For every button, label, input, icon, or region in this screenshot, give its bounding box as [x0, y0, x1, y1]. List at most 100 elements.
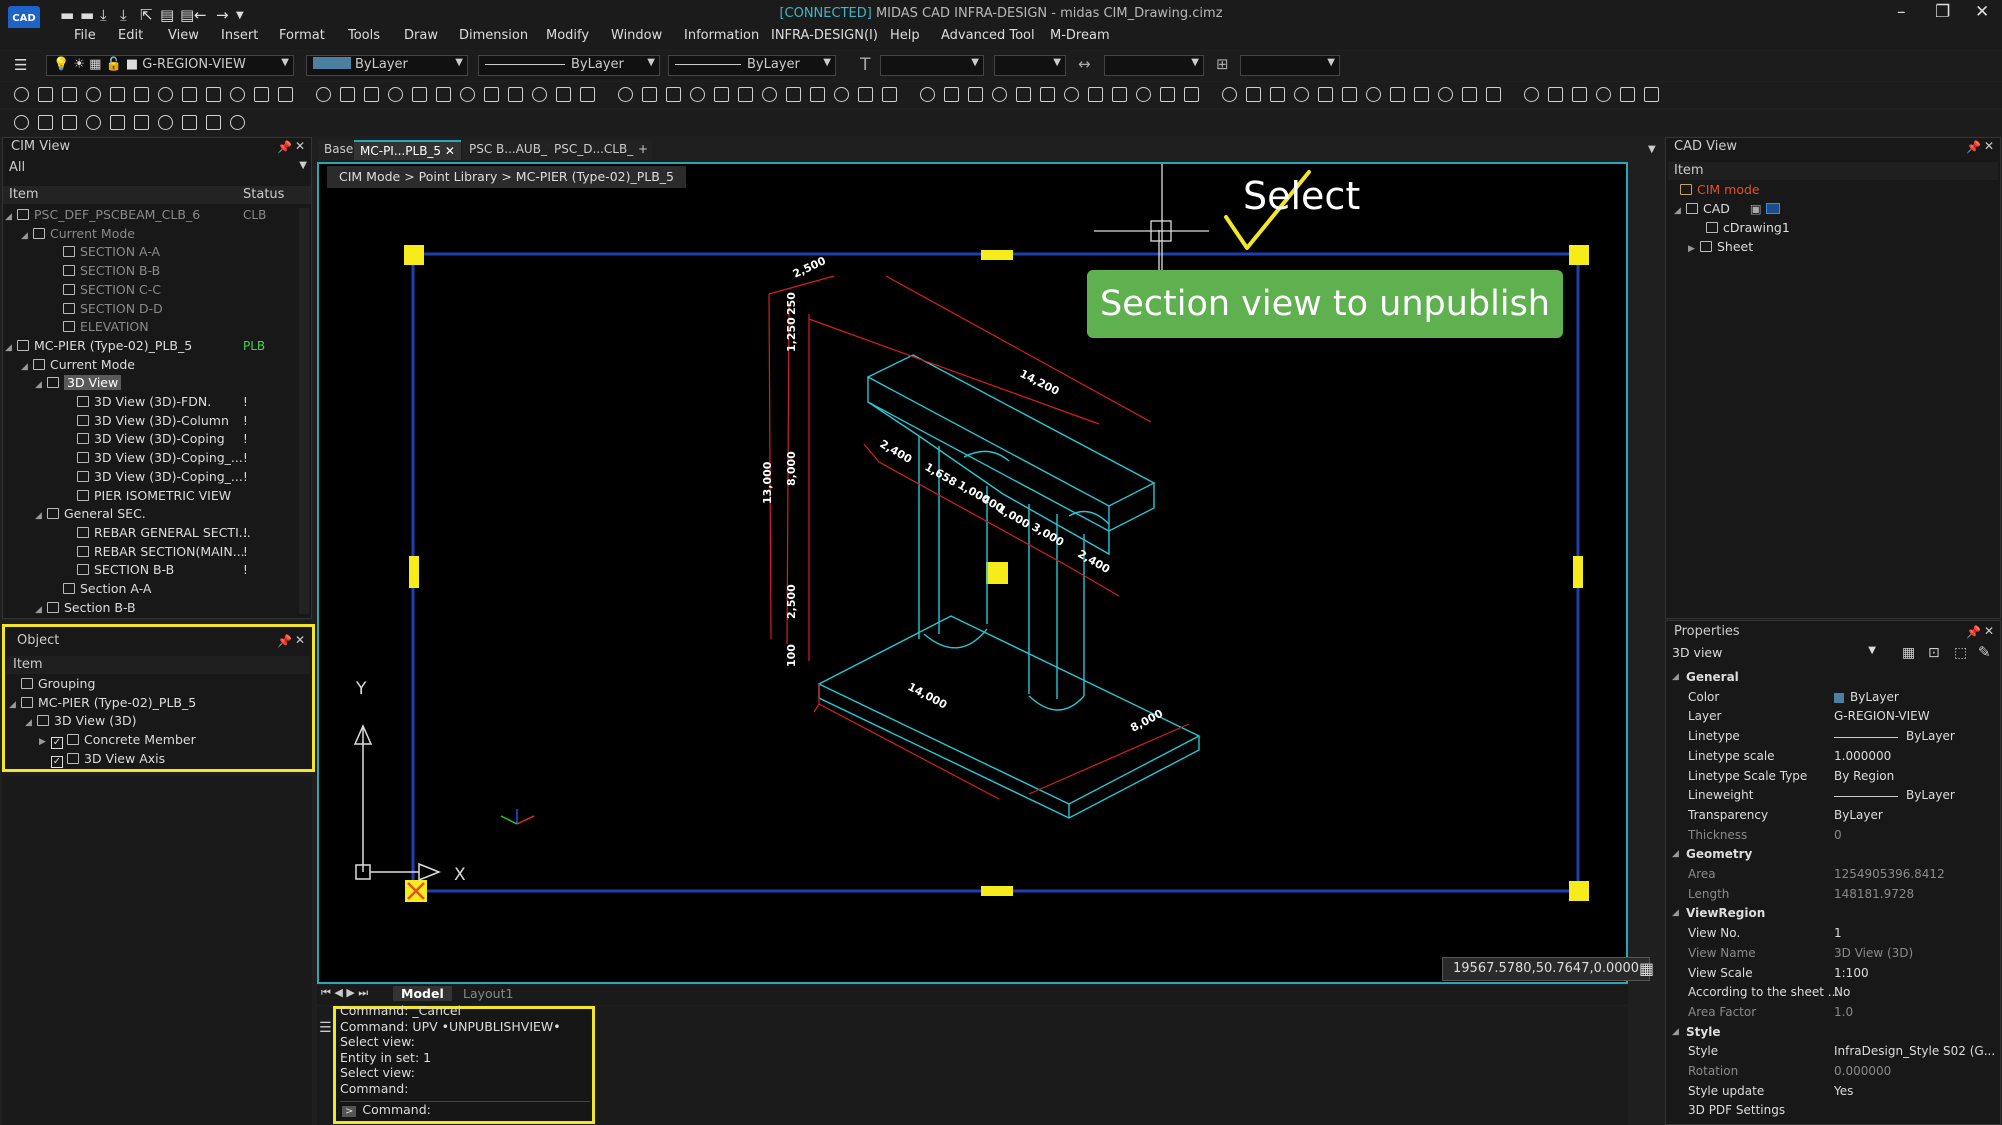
- expand-toggle-icon[interactable]: ◢: [35, 376, 47, 393]
- toolbar-tool-icon[interactable]: [14, 87, 29, 102]
- cim-tree-row[interactable]: 3D View (3D)-Coping_...!: [65, 449, 291, 468]
- property-row[interactable]: View No. 1: [1666, 924, 1996, 944]
- toolbar-tool-icon[interactable]: [1462, 87, 1477, 102]
- toolbar-tool-icon[interactable]: [858, 87, 873, 102]
- cim-tree-row[interactable]: 3D View (3D)-Column!: [65, 412, 291, 431]
- cim-tree-row[interactable]: ◢ Current Mode: [21, 356, 291, 375]
- tab-psc-d[interactable]: PSC_D...CLB_6: [548, 140, 647, 160]
- toolbar-tool-icon[interactable]: [1548, 87, 1563, 102]
- toolbar-tool-icon[interactable]: [1414, 87, 1429, 102]
- menu-insert[interactable]: Insert: [221, 28, 258, 43]
- expand-toggle-icon[interactable]: ◢: [25, 714, 37, 731]
- toolbar-tool-icon[interactable]: [278, 87, 293, 102]
- category-toggle-icon[interactable]: ◢: [1672, 1023, 1684, 1043]
- toggle-pickadd-icon[interactable]: ⊡: [1928, 645, 1940, 661]
- expand-toggle-icon[interactable]: ◢: [35, 507, 47, 524]
- cim-tree-row[interactable]: SECTION C-C: [51, 281, 291, 300]
- toolbar-tool-icon[interactable]: [1620, 87, 1635, 102]
- cim-tree-row[interactable]: ◢ Current Mode: [21, 225, 291, 244]
- menu-file[interactable]: File: [74, 28, 96, 43]
- close-icon[interactable]: ✕: [1975, 2, 1989, 22]
- property-category[interactable]: ◢ General: [1666, 668, 1996, 688]
- toolbar-tool-icon[interactable]: [1596, 87, 1611, 102]
- cad-close-icon[interactable]: ✕: [1984, 139, 1994, 153]
- cad-row-cdrawing1[interactable]: cDrawing1: [1706, 219, 1790, 238]
- toolbar-tool-icon[interactable]: [1184, 87, 1199, 102]
- toolbar-tool-icon[interactable]: [1366, 87, 1381, 102]
- cim-tree-row[interactable]: 3D View (3D)-FDN.!: [65, 393, 291, 412]
- property-category[interactable]: ◢ Geometry: [1666, 845, 1996, 865]
- linetype-combo[interactable]: ByLayer ▼: [478, 55, 660, 76]
- toolbar-tool-icon[interactable]: [158, 87, 173, 102]
- menu-infra-design[interactable]: INFRA-DESIGN(I): [771, 28, 878, 43]
- table-style-combo[interactable]: ▼: [1240, 55, 1340, 76]
- toolbar-tool-icon[interactable]: [762, 87, 777, 102]
- toolbar-tool-icon[interactable]: [1160, 87, 1175, 102]
- toolbar-tool-icon[interactable]: [340, 87, 355, 102]
- command-input[interactable]: > Command:: [340, 1101, 590, 1119]
- toolbar-tool-icon[interactable]: [618, 87, 633, 102]
- toolbar-tool-icon[interactable]: [1390, 87, 1405, 102]
- tab-mc-pier[interactable]: MC-PI...PLB_5 ✕: [354, 140, 461, 160]
- toolbar-tool-icon[interactable]: [1088, 87, 1103, 102]
- toolbar-tool-icon[interactable]: [110, 87, 125, 102]
- category-toggle-icon[interactable]: ◢: [1672, 668, 1684, 688]
- dim-style-icon[interactable]: ↔: [1078, 55, 1091, 73]
- property-row[interactable]: Linetype scale 1.000000: [1666, 747, 1996, 767]
- toolbar-tool-icon[interactable]: [388, 87, 403, 102]
- cad-row-cad[interactable]: ◢ CAD ▣: [1674, 200, 1780, 219]
- pin-icon[interactable]: 📌: [277, 140, 292, 154]
- cim-tree-row[interactable]: SECTION D-D: [51, 300, 291, 319]
- toolbar-tool-icon[interactable]: [556, 87, 571, 102]
- tab-close-icon[interactable]: ✕: [445, 144, 455, 158]
- toolbar-tool-icon[interactable]: [1136, 87, 1151, 102]
- dim-style-combo[interactable]: ▼: [1104, 55, 1204, 76]
- add-tab-icon[interactable]: +: [634, 140, 653, 160]
- text-height-combo[interactable]: ▼: [994, 55, 1066, 76]
- property-row[interactable]: Color ByLayer: [1666, 688, 1996, 708]
- cim-tree-row[interactable]: ELEVATION: [51, 318, 291, 337]
- expand-toggle-icon[interactable]: ◢: [5, 339, 17, 356]
- layer-manager-icon[interactable]: ☰: [14, 56, 27, 74]
- toolbar-tool-icon[interactable]: [690, 87, 705, 102]
- property-row[interactable]: View Scale 1:100: [1666, 964, 1996, 984]
- property-row[interactable]: Linetype Scale Type By Region: [1666, 767, 1996, 787]
- cim-tree-row[interactable]: REBAR GENERAL SECTI...!: [65, 524, 291, 543]
- object-tree-row[interactable]: ◢ MC-PIER (Type-02)_PLB_5: [9, 694, 196, 713]
- toolbar-tool-icon[interactable]: [158, 115, 173, 130]
- toolbar-tool-icon[interactable]: [230, 87, 245, 102]
- property-row[interactable]: 3D PDF Settings: [1666, 1101, 1996, 1121]
- minimize-icon[interactable]: –: [1897, 2, 1906, 22]
- object-close-icon[interactable]: ✕: [295, 633, 305, 647]
- toolbar-tool-icon[interactable]: [1342, 87, 1357, 102]
- category-toggle-icon[interactable]: ◢: [1672, 904, 1684, 924]
- layer-combo[interactable]: 💡 ☀ ▦ 🔓 ■ G-REGION-VIEW ▼: [46, 55, 294, 76]
- property-row[interactable]: Thickness 0: [1666, 826, 1996, 846]
- toolbar-tool-icon[interactable]: [1040, 87, 1055, 102]
- cim-tree-scrollbar[interactable]: [299, 208, 309, 614]
- table-style-icon[interactable]: ⊞: [1216, 55, 1229, 73]
- toolbar-tool-icon[interactable]: [110, 115, 125, 130]
- toolbar-tool-icon[interactable]: [786, 87, 801, 102]
- toolbar-tool-icon[interactable]: [738, 87, 753, 102]
- expand-toggle-icon[interactable]: ◢: [21, 227, 33, 244]
- toolbar-tool-icon[interactable]: [1318, 87, 1333, 102]
- toolbar-tool-icon[interactable]: [134, 87, 149, 102]
- object-tree-row[interactable]: Grouping: [9, 675, 95, 694]
- cim-tree-row[interactable]: 3D View (3D)-Coping!: [65, 430, 291, 449]
- toolbar-tool-icon[interactable]: [436, 87, 451, 102]
- toolbar-tool-icon[interactable]: [1294, 87, 1309, 102]
- toolbar-tool-icon[interactable]: [1572, 87, 1587, 102]
- command-menu-icon[interactable]: ☰: [319, 1020, 332, 1036]
- cim-tree-row[interactable]: Section A-A: [51, 580, 291, 599]
- cim-view-filter[interactable]: All ▼: [5, 160, 311, 178]
- toolbar-tool-icon[interactable]: [62, 115, 77, 130]
- toolbar-tool-icon[interactable]: [38, 87, 53, 102]
- menu-window[interactable]: Window: [611, 28, 662, 43]
- toolbar-tool-icon[interactable]: [1270, 87, 1285, 102]
- select-objects-icon[interactable]: ⬚: [1954, 645, 1967, 661]
- property-row[interactable]: Area Factor 1.0: [1666, 1003, 1996, 1023]
- cim-tree-row[interactable]: ◢ PSC_DEF_PSCBEAM_CLB_6 CLB: [5, 206, 291, 225]
- properties-selector[interactable]: 3D view ▼: [1668, 645, 1880, 663]
- cim-tree-row[interactable]: SECTION B-B!: [65, 561, 291, 580]
